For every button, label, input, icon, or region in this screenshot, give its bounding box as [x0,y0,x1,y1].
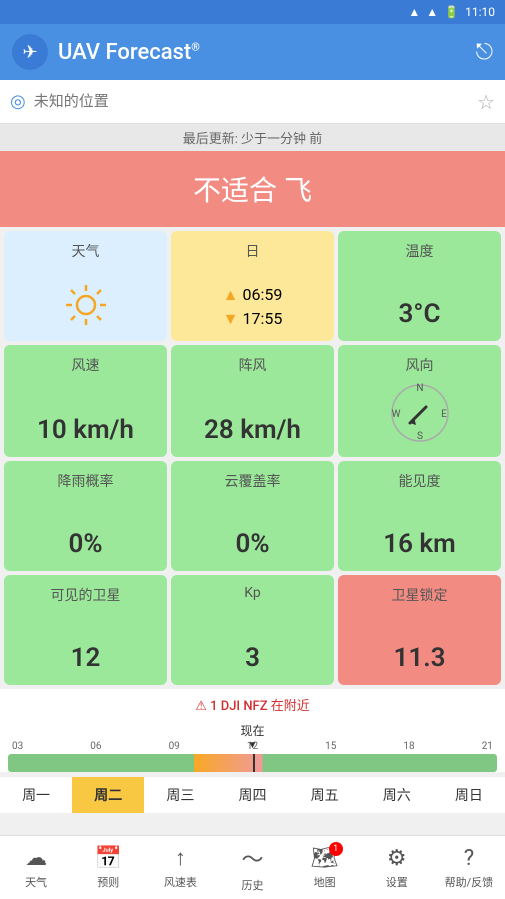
update-bar: 最后更新: 少于一分钟 前 [0,124,505,151]
day-tab-sat[interactable]: 周六 [361,777,433,813]
gust-card: 阵风 28 km/h [171,345,334,457]
help-nav-label: 帮助/反馈 [445,874,494,890]
timeline-now-label: 现在 [4,722,501,739]
visibility-value: 16 km [383,529,455,559]
weather-card: 天气 [4,231,167,341]
nav-item-forecast[interactable]: 📅 预则 [72,836,144,899]
bottom-nav: ☁ 天气 📅 预则 ↑ 风速表 〜 历史 🗺 1 地图 ⚙ 设置 ? 帮助/反馈 [0,835,505,899]
status-signal: ▲ [426,5,438,19]
search-bar: ◎ ☆ [0,80,505,124]
kp-value: 3 [245,643,260,673]
temperature-card: 温度 3°C [338,231,501,341]
fly-status-text: 不适合 飞 [193,174,312,207]
update-text: 最后更新: 少于一分钟 前 [183,132,323,147]
compass-icon: N S W E [388,381,452,445]
app-logo: ✈ [12,34,48,70]
timeline-now-line [253,754,255,772]
svg-text:N: N [416,383,423,394]
svg-text:W: W [391,409,400,420]
sunrise-value: ▲ 06:59 [223,285,283,305]
search-input[interactable] [34,93,469,110]
history-nav-icon: 〜 [241,842,263,874]
status-time: 11:10 [465,5,495,19]
kp-card-title: Kp [244,585,261,601]
map-nav-label: 地图 [314,874,336,890]
day-tab-tue[interactable]: 周二 [72,777,144,813]
nfz-warning: ⚠ 1 DJI NFZ 在附近 [0,689,505,720]
timeline-now-marker: ▼ [248,740,258,751]
location-icon: ◎ [10,91,26,112]
wind-direction-title: 风向 [406,355,434,375]
temperature-card-title: 温度 [406,241,434,261]
sun-icon [62,281,110,329]
nav-item-wind[interactable]: ↑ 风速表 [144,836,216,899]
weather-nav-icon: ☁ [25,846,47,871]
rain-card: 降雨概率 0% [4,461,167,571]
weather-card-title: 天气 [72,241,100,261]
rain-value: 0% [68,529,102,559]
wind-direction-card: 风向 N S W E [338,345,501,457]
cards-grid: 天气 日 ▲ 06:59 ▼ 17:55 温度 3 [0,227,505,689]
cloud-value: 0% [235,529,269,559]
sun-card: 日 ▲ 06:59 ▼ 17:55 [171,231,334,341]
cloud-card: 云覆盖率 0% [171,461,334,571]
svg-text:S: S [417,431,423,442]
nav-item-map[interactable]: 🗺 1 地图 [289,836,361,899]
timeline: 现在 03 06 09 12 15 18 21 ▼ [0,720,505,772]
satellites-value: 12 [71,643,101,673]
sat-lock-value: 11.3 [394,643,446,673]
wind-speed-title: 风速 [72,355,100,375]
history-nav-label: 历史 [241,877,263,893]
day-tab-wed[interactable]: 周三 [144,777,216,813]
temperature-value: 3°C [399,299,441,329]
sat-lock-card: 卫星锁定 11.3 [338,575,501,685]
sat-lock-title: 卫星锁定 [392,585,448,605]
visibility-card-title: 能见度 [399,471,441,491]
settings-nav-icon: ⚙ [387,846,407,871]
wind-speed-value: 10 km/h [37,415,134,445]
svg-text:✈: ✈ [22,42,37,63]
share-button[interactable]: ⎋ [476,40,493,65]
sunset-value: ▼ 17:55 [223,309,283,329]
status-battery: 🔋 [444,5,459,19]
now-label-text: 现在 [240,724,264,738]
settings-nav-label: 设置 [386,874,408,890]
kp-card: Kp 3 [171,575,334,685]
visibility-card: 能见度 16 km [338,461,501,571]
app-title: UAV Forecast® [58,40,466,65]
day-tab-thu[interactable]: 周四 [216,777,288,813]
favorite-icon[interactable]: ☆ [477,90,495,114]
wind-nav-label: 风速表 [164,874,197,890]
nav-item-settings[interactable]: ⚙ 设置 [361,836,433,899]
weather-nav-label: 天气 [25,874,47,890]
forecast-nav-icon: 📅 [95,846,122,871]
help-nav-icon: ? [464,846,474,871]
day-tab-fri[interactable]: 周五 [289,777,361,813]
fly-status-banner: 不适合 飞 [0,151,505,227]
status-bar: ▲ ▲ 🔋 11:10 [0,0,505,24]
wind-nav-icon: ↑ [175,845,186,871]
satellites-card-title: 可见的卫星 [51,585,121,605]
rain-card-title: 降雨概率 [58,471,114,491]
sun-card-title: 日 [246,241,260,261]
forecast-nav-label: 预则 [97,874,119,890]
map-nav-badge: 1 [329,842,343,856]
gust-value: 28 km/h [204,415,301,445]
svg-text:E: E [441,409,447,420]
gust-card-title: 阵风 [239,355,267,375]
nfz-text: ⚠ 1 DJI NFZ 在附近 [195,699,310,714]
cloud-card-title: 云覆盖率 [225,471,281,491]
status-wifi: ▲ [408,5,420,19]
wind-speed-card: 风速 10 km/h [4,345,167,457]
nav-item-weather[interactable]: ☁ 天气 [0,836,72,899]
nav-item-history[interactable]: 〜 历史 [216,836,288,899]
day-tab-sun[interactable]: 周日 [433,777,505,813]
satellites-card: 可见的卫星 12 [4,575,167,685]
app-bar: ✈ UAV Forecast® ⎋ [0,24,505,80]
nav-item-help[interactable]: ? 帮助/反馈 [433,836,505,899]
day-tabs: 周一 周二 周三 周四 周五 周六 周日 [0,776,505,813]
day-tab-mon[interactable]: 周一 [0,777,72,813]
